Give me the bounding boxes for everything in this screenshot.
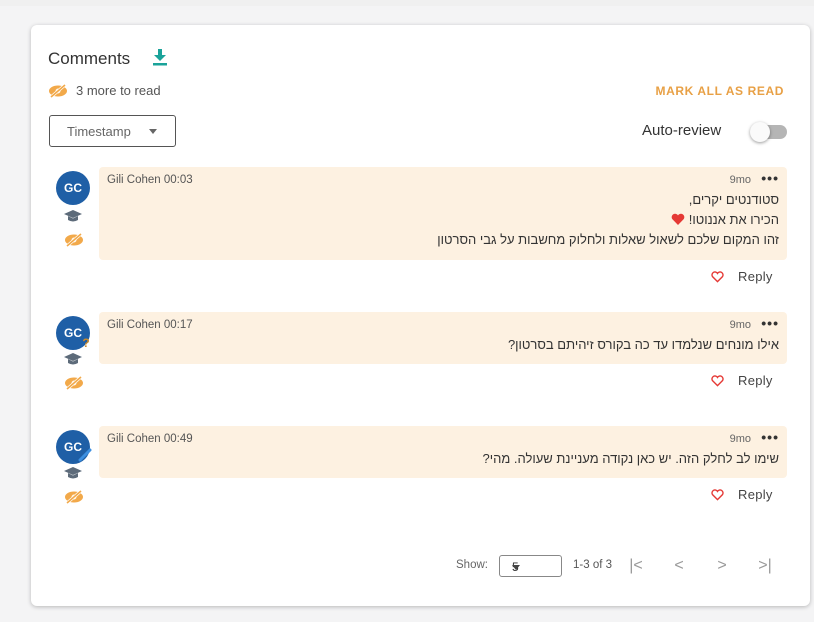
autoreview-label: Auto-review (642, 122, 722, 139)
download-icon[interactable] (151, 47, 169, 67)
comment-body: שימו לב לחלק הזה. יש כאן נקודה מעניינת ש… (482, 449, 779, 469)
unread-indicator: 3 more to read (48, 83, 161, 98)
first-page-button[interactable]: |< (625, 555, 647, 577)
autoreview-toggle[interactable] (750, 122, 787, 142)
graduation-cap-icon (64, 210, 82, 222)
pagination: Show: 5 1-3 of 3 |< < > >| (31, 555, 810, 579)
question-badge-icon: ? (82, 336, 89, 348)
comment-line: זהו המקום שלכם לשאול שאלות ולחלוק מחשבות… (437, 232, 779, 247)
comment-line: הכירו את אננוטו! (688, 212, 779, 227)
comment-bubble: Gili Cohen 00:17 9mo ••• אילו מונחים שנל… (99, 312, 787, 364)
more-icon[interactable]: ••• (761, 429, 779, 445)
comment-bubble: Gili Cohen 00:03 9mo ••• סטודנטים יקרים,… (99, 167, 787, 260)
more-icon[interactable]: ••• (761, 170, 779, 186)
toggle-knob (750, 122, 770, 142)
comment-line: אילו מונחים שנלמדו עד כה בקורס זיהיתם בס… (507, 337, 779, 352)
pencil-badge-icon (78, 448, 92, 462)
more-icon[interactable]: ••• (761, 315, 779, 331)
chevron-down-icon (512, 565, 520, 570)
comment-item: GC Gili Cohen 00:03 9mo ••• סטודנטים יקר… (31, 167, 810, 287)
top-strip (0, 0, 814, 6)
comment-author: Gili Cohen 00:03 (107, 174, 193, 186)
reply-button[interactable]: Reply (738, 373, 773, 388)
comment-bubble: Gili Cohen 00:49 9mo ••• שימו לב לחלק הז… (99, 426, 787, 478)
eye-off-icon[interactable] (64, 490, 84, 504)
graduation-cap-icon (64, 467, 82, 479)
comment-body: אילו מונחים שנלמדו עד כה בקורס זיהיתם בס… (508, 335, 779, 355)
heart-icon[interactable] (711, 374, 724, 387)
eye-off-icon (49, 83, 67, 98)
comment-age: 9mo (729, 433, 751, 445)
svg-text:?: ? (82, 336, 89, 348)
reply-button[interactable]: Reply (738, 269, 773, 284)
comment-actions: Reply (711, 487, 773, 502)
mark-all-read-button[interactable]: MARK ALL AS READ (656, 84, 785, 98)
sort-value: Timestamp (67, 123, 131, 139)
comment-line: שימו לב לחלק הזה. יש כאן נקודה מעניינת ש… (482, 451, 779, 466)
page-range: 1-3 of 3 (573, 559, 612, 571)
comment-line: סטודנטים יקרים, (688, 192, 779, 207)
avatar: GC (56, 171, 90, 205)
chevron-down-icon (149, 129, 157, 134)
comment-actions: Reply (711, 373, 773, 388)
comment-line-with-heart: הכירו את אננוטו! (437, 210, 779, 230)
comments-panel: Comments 3 more to read MARK ALL AS READ… (31, 25, 810, 606)
heart-icon[interactable] (711, 488, 724, 501)
last-page-button[interactable]: >| (754, 555, 776, 577)
next-page-button[interactable]: > (711, 555, 733, 577)
eye-off-icon[interactable] (64, 233, 84, 247)
comment-author: Gili Cohen 00:49 (107, 433, 193, 445)
comment-actions: Reply (711, 269, 773, 284)
panel-title: Comments (48, 49, 131, 68)
page-size-label: Show: (456, 559, 488, 571)
reply-button[interactable]: Reply (738, 487, 773, 502)
sort-dropdown[interactable]: Timestamp (49, 115, 176, 147)
page-size-select[interactable]: 5 (499, 555, 562, 577)
heart-emoji-icon (671, 213, 685, 225)
comment-age: 9mo (729, 174, 751, 186)
unread-count-text: 3 more to read (76, 83, 161, 98)
comment-item: GC ? Gili Cohen 00:17 9mo ••• אילו מונחי… (31, 312, 810, 402)
comment-item: GC Gili Cohen 00:49 9mo ••• שימו לב לחלק… (31, 426, 810, 516)
comment-body: סטודנטים יקרים, הכירו את אננוטו! זהו המק… (437, 190, 779, 250)
heart-icon[interactable] (711, 270, 724, 283)
graduation-cap-icon (64, 353, 82, 365)
prev-page-button[interactable]: < (668, 555, 690, 577)
comment-age: 9mo (729, 319, 751, 331)
comment-author: Gili Cohen 00:17 (107, 319, 193, 331)
eye-off-icon[interactable] (64, 376, 84, 390)
